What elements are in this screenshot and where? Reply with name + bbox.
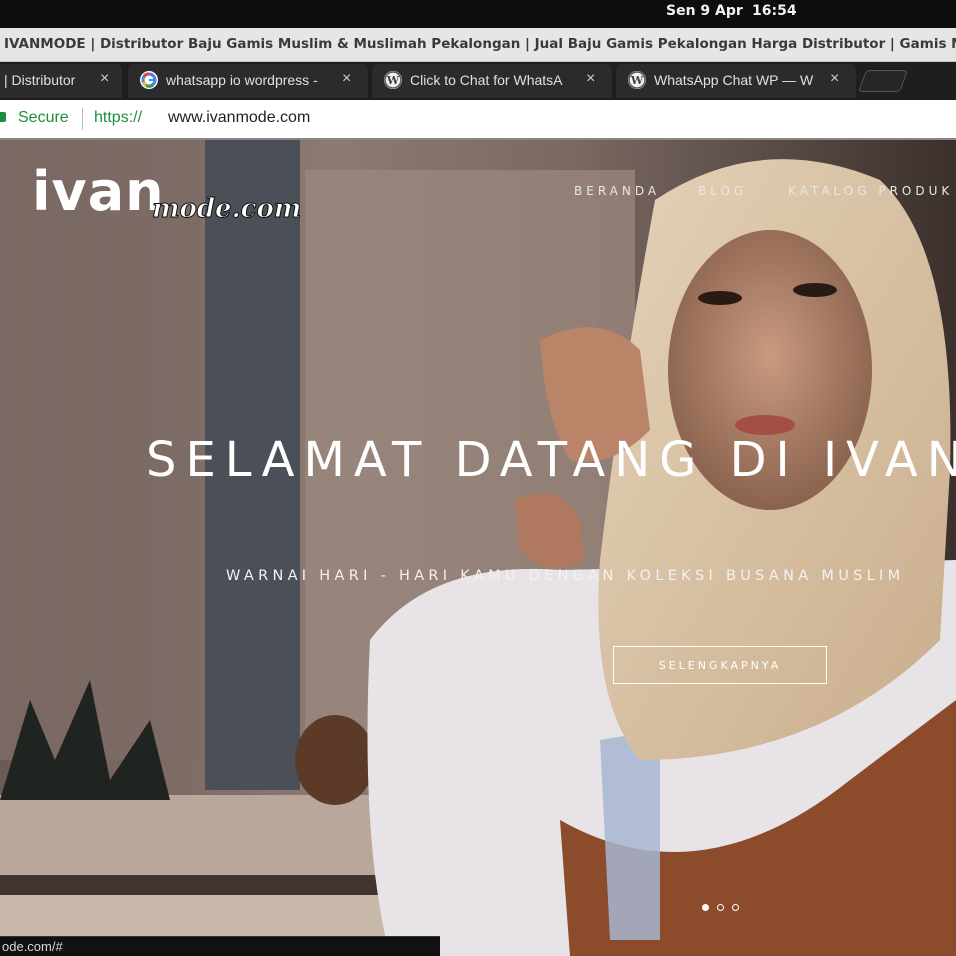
address-bar[interactable]: Secure https:// www.ivanmode.com	[0, 100, 956, 140]
os-clock[interactable]: 16:54	[752, 3, 797, 19]
close-icon[interactable]: ×	[586, 70, 595, 88]
tab-label: Click to Chat for WhatsA	[410, 72, 563, 88]
google-icon	[140, 71, 158, 89]
tab-google-search[interactable]: whatsapp io wordpress - ×	[128, 64, 368, 98]
wordpress-icon: W	[628, 71, 646, 89]
status-bar-url: ode.com/#	[0, 936, 440, 956]
read-more-button[interactable]: SELENGKAPNYA	[613, 646, 827, 684]
tab-label: whatsapp io wordpress -	[166, 72, 318, 88]
tab-ivanmode[interactable]: | Distributor ×	[0, 64, 122, 98]
url-scheme[interactable]: https://	[94, 109, 142, 127]
close-icon[interactable]: ×	[100, 70, 109, 88]
nav-blog-link[interactable]: BLOG	[698, 184, 747, 198]
tab-click-to-chat[interactable]: W Click to Chat for WhatsA ×	[372, 64, 612, 98]
screen: Sen 9 Apr 16:54 IVANMODE | Distributor B…	[0, 0, 956, 956]
window-title: IVANMODE | Distributor Baju Gamis Muslim…	[4, 36, 956, 52]
logo-domain: mode.com	[151, 194, 302, 225]
window-title-bar[interactable]: IVANMODE | Distributor Baju Gamis Muslim…	[0, 28, 956, 62]
svg-text:W: W	[630, 74, 644, 87]
slider-dot[interactable]	[702, 904, 709, 911]
close-icon[interactable]: ×	[830, 70, 839, 88]
nav-catalog-dropdown[interactable]: KATALOG PRODUK ▾	[788, 184, 956, 198]
hero-title: SELAMAT DATANG DI IVANMODE	[146, 432, 956, 488]
slider-dot[interactable]	[732, 904, 739, 911]
address-separator	[82, 108, 83, 130]
site-logo[interactable]: ivan mode.com	[32, 160, 302, 225]
slider-dot[interactable]	[717, 904, 724, 911]
tab-label: WhatsApp Chat WP — W	[654, 72, 814, 88]
hero-subtitle: WARNAI HARI - HARI KAMU DENGAN KOLEKSI B…	[226, 568, 905, 584]
os-date: Sen 9 Apr	[666, 3, 743, 19]
tab-whatsapp-chat-wp[interactable]: W WhatsApp Chat WP — W ×	[616, 64, 856, 98]
hero-section: ivan mode.com BERANDA BLOG KATALOG PRODU…	[0, 140, 956, 956]
wordpress-icon: W	[384, 71, 402, 89]
close-icon[interactable]: ×	[342, 70, 351, 88]
svg-text:W: W	[386, 74, 400, 87]
lock-icon[interactable]	[0, 112, 6, 122]
logo-wordmark: ivan	[32, 160, 165, 223]
secure-label[interactable]: Secure	[18, 109, 69, 127]
tab-strip: | Distributor × whatsapp io wordpress - …	[0, 62, 956, 100]
url-host[interactable]: www.ivanmode.com	[168, 109, 310, 127]
new-tab-button[interactable]	[857, 70, 909, 92]
os-top-bar: Sen 9 Apr 16:54	[0, 0, 956, 28]
tab-label: | Distributor	[4, 72, 76, 88]
nav-home-link[interactable]: BERANDA	[574, 184, 660, 198]
hero-background-photo	[0, 140, 956, 956]
